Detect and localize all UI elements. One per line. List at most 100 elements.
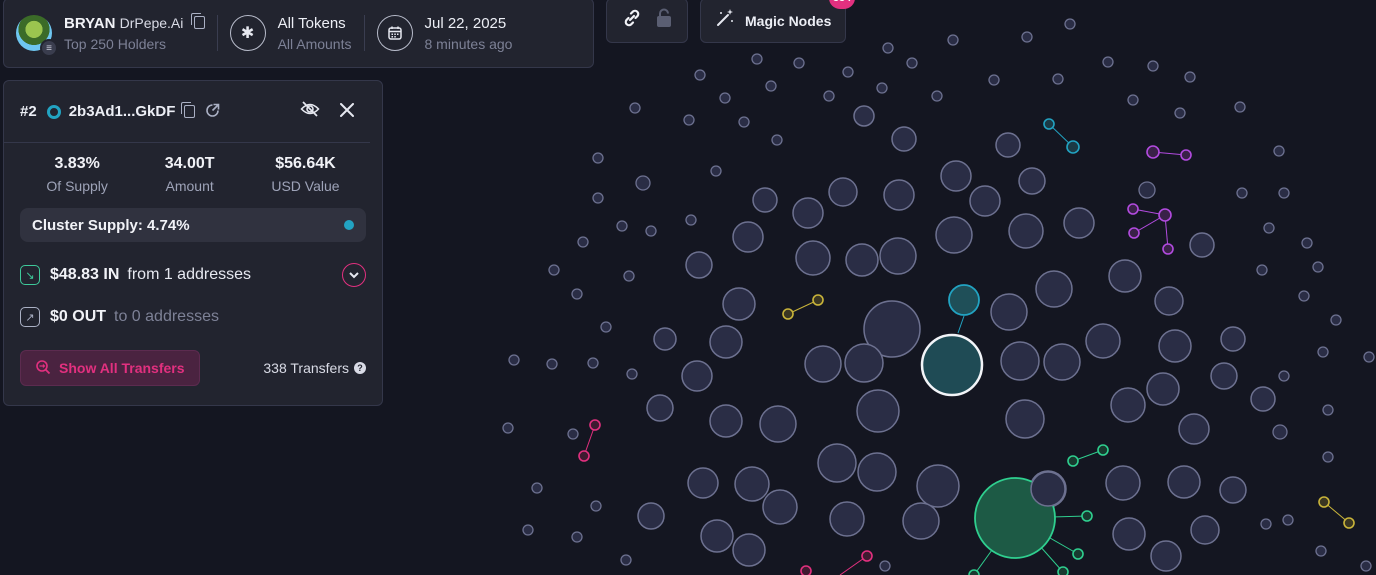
holder-node[interactable]: [531, 482, 543, 494]
holder-node[interactable]: [891, 126, 917, 152]
calendar-icon[interactable]: [376, 15, 413, 51]
holder-node[interactable]: [709, 404, 743, 438]
holder-node[interactable]: [842, 66, 854, 78]
holder-node[interactable]: [732, 533, 766, 567]
holder-node[interactable]: [1064, 18, 1076, 30]
cluster-node[interactable]: [1146, 145, 1160, 159]
holder-node[interactable]: [722, 287, 756, 321]
holder-node[interactable]: [828, 177, 858, 207]
chevron-down-icon[interactable]: [342, 263, 366, 287]
date-picker[interactable]: Jul 22, 2025 8 minutes ago: [376, 0, 512, 67]
help-icon[interactable]: ?: [354, 362, 366, 374]
holder-node[interactable]: [1317, 346, 1329, 358]
holder-node[interactable]: [616, 220, 628, 232]
holder-node[interactable]: [1174, 107, 1186, 119]
holder-node[interactable]: [795, 240, 831, 276]
holder-node[interactable]: [1189, 232, 1215, 258]
holder-node[interactable]: [1263, 222, 1275, 234]
holder-node[interactable]: [734, 466, 770, 502]
cluster-node[interactable]: [1318, 496, 1330, 508]
close-icon[interactable]: [340, 101, 354, 122]
holder-node[interactable]: [567, 428, 579, 440]
holder-node[interactable]: [694, 69, 706, 81]
holder-node[interactable]: [635, 175, 651, 191]
holder-node[interactable]: [1220, 326, 1246, 352]
cluster-node[interactable]: [812, 294, 824, 306]
holder-node[interactable]: [685, 251, 713, 279]
holder-node[interactable]: [700, 519, 734, 553]
holder-node[interactable]: [1234, 101, 1246, 113]
holder-node[interactable]: [765, 80, 777, 92]
cluster-node[interactable]: [1066, 140, 1080, 154]
link-icon[interactable]: [621, 7, 643, 34]
holder-node[interactable]: [620, 554, 632, 566]
holder-node[interactable]: [687, 467, 719, 499]
holder-node[interactable]: [1085, 323, 1121, 359]
holder-node[interactable]: [845, 243, 879, 277]
holder-node[interactable]: [1112, 517, 1146, 551]
wallet-address[interactable]: 2b3Ad1...GkDF: [69, 103, 176, 120]
holder-node[interactable]: [856, 389, 900, 433]
token-filter[interactable]: ✱ All Tokens All Amounts: [229, 0, 352, 67]
cluster-node[interactable]: [782, 308, 794, 320]
holder-node[interactable]: [1278, 187, 1290, 199]
holder-node[interactable]: [940, 160, 972, 192]
holder-node[interactable]: [1260, 518, 1272, 530]
cluster-node[interactable]: [1180, 149, 1192, 161]
cluster-node[interactable]: [948, 284, 980, 316]
holder-node[interactable]: [804, 345, 842, 383]
magic-nodes-button[interactable]: Magic Nodes 334: [700, 0, 855, 43]
cluster-node[interactable]: [1158, 208, 1172, 222]
holder-node[interactable]: [719, 92, 731, 104]
holder-node[interactable]: [876, 82, 888, 94]
cluster-node[interactable]: [1043, 118, 1055, 130]
holder-node[interactable]: [1035, 270, 1073, 308]
holder-node[interactable]: [592, 192, 604, 204]
holder-node[interactable]: [1256, 264, 1268, 276]
holder-node[interactable]: [1030, 471, 1066, 507]
holder-node[interactable]: [1005, 399, 1045, 439]
holder-node[interactable]: [646, 394, 674, 422]
holder-node[interactable]: [990, 293, 1028, 331]
lock-icon[interactable]: [655, 8, 673, 33]
holder-node[interactable]: [522, 524, 534, 536]
cluster-node[interactable]: [1128, 227, 1140, 239]
holder-node[interactable]: [995, 132, 1021, 158]
cluster-node[interactable]: [1081, 510, 1093, 522]
holder-node[interactable]: [1150, 540, 1182, 572]
holder-node[interactable]: [823, 90, 835, 102]
holder-node[interactable]: [902, 502, 940, 540]
cluster-node[interactable]: [589, 419, 601, 431]
holder-node[interactable]: [1278, 370, 1290, 382]
external-link-icon[interactable]: [205, 103, 220, 121]
holder-node[interactable]: [882, 42, 894, 54]
cluster-node[interactable]: [1162, 243, 1174, 255]
holder-node[interactable]: [829, 501, 865, 537]
holder-node[interactable]: [1363, 351, 1375, 363]
holder-node[interactable]: [1008, 213, 1044, 249]
hide-eye-icon[interactable]: [300, 100, 320, 123]
holder-node[interactable]: [1052, 73, 1064, 85]
holder-node[interactable]: [1108, 259, 1142, 293]
holder-node[interactable]: [947, 34, 959, 46]
cluster-node[interactable]: [1097, 444, 1109, 456]
cluster-node[interactable]: [578, 450, 590, 462]
holder-node[interactable]: [906, 57, 918, 69]
holder-node[interactable]: [771, 134, 783, 146]
holder-node[interactable]: [1043, 343, 1081, 381]
copy-address-icon[interactable]: [181, 102, 196, 118]
copy-icon[interactable]: [190, 12, 205, 29]
holder-node[interactable]: [1127, 94, 1139, 106]
holder-node[interactable]: [1147, 60, 1159, 72]
holder-node[interactable]: [844, 343, 884, 383]
holder-node[interactable]: [935, 216, 973, 254]
holder-node[interactable]: [629, 102, 641, 114]
holder-node[interactable]: [1018, 167, 1046, 195]
holder-node[interactable]: [793, 57, 805, 69]
holder-node[interactable]: [626, 368, 638, 380]
holder-node[interactable]: [738, 116, 750, 128]
holder-node[interactable]: [592, 152, 604, 164]
holder-node[interactable]: [571, 531, 583, 543]
holder-node[interactable]: [751, 53, 763, 65]
holder-node[interactable]: [1250, 386, 1276, 412]
